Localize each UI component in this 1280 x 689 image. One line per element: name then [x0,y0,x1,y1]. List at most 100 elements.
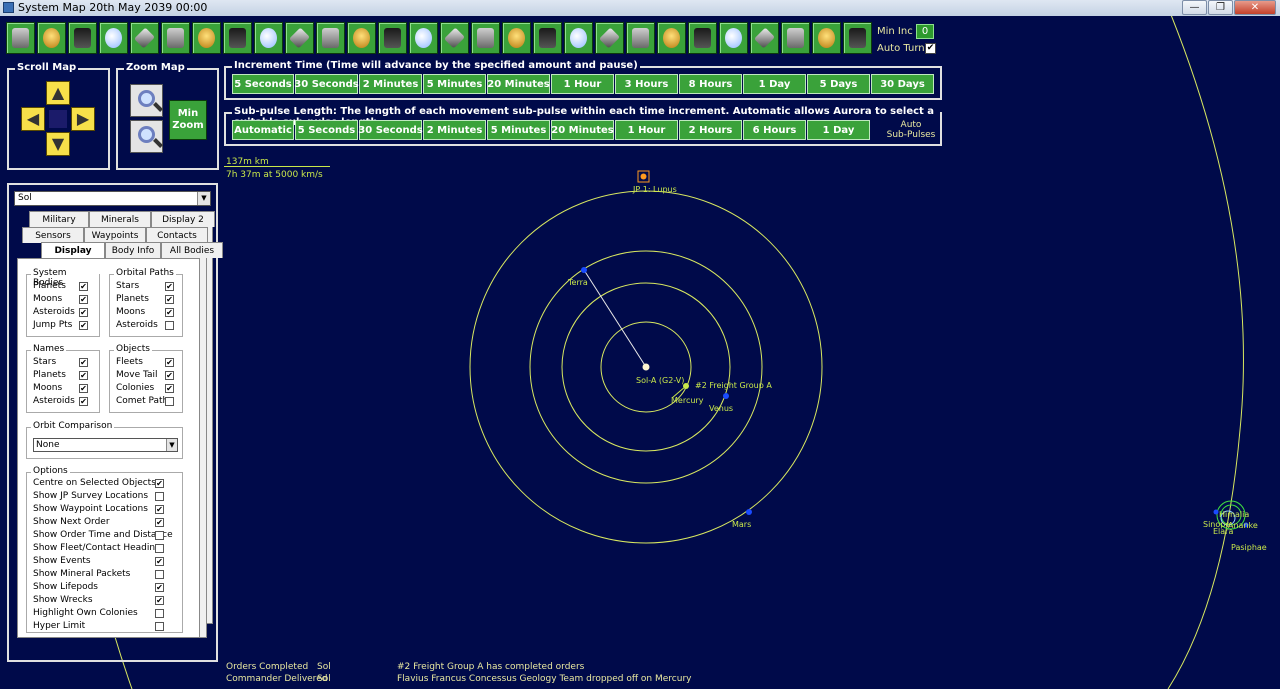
toolbar-button-24[interactable] [719,22,748,54]
tab-display-2[interactable]: Display 2 [151,211,215,227]
increment-button-3[interactable]: 2 Minutes [359,74,422,94]
objects-checkbox[interactable]: ✔ [165,358,174,367]
options-checkbox[interactable] [155,622,164,631]
planet-label-venus[interactable]: Venus [709,404,733,413]
options-checkbox[interactable]: ✔ [155,596,164,605]
subpulse-button-5[interactable]: 5 Minutes [487,120,550,140]
toolbar-button-6[interactable] [161,22,190,54]
system-bodies-checkbox[interactable]: ✔ [79,295,88,304]
toolbar-button-22[interactable] [657,22,686,54]
toolbar-button-13[interactable] [378,22,407,54]
toolbar-button-3[interactable] [68,22,97,54]
subpulse-button-2[interactable]: 5 Seconds [295,120,358,140]
toolbar-button-10[interactable] [285,22,314,54]
increment-button-4[interactable]: 5 Minutes [423,74,486,94]
scroll-right-button[interactable]: ▶ [71,107,95,131]
scroll-left-button[interactable]: ◀ [21,107,45,131]
increment-button-6[interactable]: 1 Hour [551,74,614,94]
objects-checkbox[interactable] [165,397,174,406]
names-checkbox[interactable]: ✔ [79,371,88,380]
options-checkbox[interactable]: ✔ [155,518,164,527]
minimize-button[interactable]: — [1182,0,1207,15]
toolbar-button-15[interactable] [440,22,469,54]
min-inc-field[interactable]: 0 [916,24,934,39]
options-checkbox[interactable] [155,531,164,540]
star-label[interactable]: Sol-A (G2-V) [636,376,684,385]
tab-all-bodies[interactable]: All Bodies [161,242,223,258]
tab-minerals[interactable]: Minerals [89,211,151,227]
orbital-paths-checkbox[interactable]: ✔ [165,295,174,304]
increment-button-1[interactable]: 5 Seconds [232,74,294,94]
subpulse-button-9[interactable]: 6 Hours [743,120,806,140]
fleet-label[interactable]: #2 Freight Group A [695,381,772,390]
toolbar-button-23[interactable] [688,22,717,54]
options-checkbox[interactable] [155,492,164,501]
toolbar-button-1[interactable] [6,22,35,54]
toolbar-button-17[interactable] [502,22,531,54]
tab-sensors[interactable]: Sensors [22,227,84,243]
moon-label-himalia[interactable]: Himalia [1219,510,1249,519]
increment-button-5[interactable]: 20 Minutes [487,74,550,94]
tab-contacts[interactable]: Contacts [146,227,208,243]
system-bodies-checkbox[interactable]: ✔ [79,321,88,330]
tab-military[interactable]: Military [29,211,89,227]
orbit-comparison-select[interactable]: None ▼ [33,438,178,452]
options-checkbox[interactable]: ✔ [155,557,164,566]
options-checkbox[interactable] [155,609,164,618]
min-zoom-button[interactable]: Min Zoom [169,100,207,140]
close-button[interactable]: ✕ [1234,0,1276,15]
toolbar-button-12[interactable] [347,22,376,54]
options-checkbox[interactable]: ✔ [155,479,164,488]
toolbar-button-9[interactable] [254,22,283,54]
toolbar-button-4[interactable] [99,22,128,54]
increment-button-9[interactable]: 1 Day [743,74,806,94]
maximize-button[interactable]: ❐ [1208,0,1233,15]
moon-label-elara[interactable]: Elara [1213,527,1233,536]
increment-button-8[interactable]: 8 Hours [679,74,742,94]
options-checkbox[interactable]: ✔ [155,583,164,592]
scroll-up-button[interactable]: ▲ [46,81,70,105]
toolbar-button-8[interactable] [223,22,252,54]
jump-point-label[interactable]: JP 1: Lupus [633,185,677,194]
moon-label-pasiphae[interactable]: Pasiphae [1231,543,1267,552]
subpulse-button-8[interactable]: 2 Hours [679,120,742,140]
toolbar-button-25[interactable] [750,22,779,54]
increment-button-7[interactable]: 3 Hours [615,74,678,94]
subpulse-button-1[interactable]: Automatic [232,120,294,140]
toolbar-button-14[interactable] [409,22,438,54]
names-checkbox[interactable]: ✔ [79,397,88,406]
objects-checkbox[interactable]: ✔ [165,371,174,380]
subpulse-button-3[interactable]: 30 Seconds [358,120,423,140]
tab-waypoints[interactable]: Waypoints [84,227,146,243]
orbital-paths-checkbox[interactable] [165,321,174,330]
names-checkbox[interactable]: ✔ [79,384,88,393]
orbital-paths-checkbox[interactable]: ✔ [165,282,174,291]
subpulse-button-7[interactable]: 1 Hour [615,120,678,140]
options-checkbox[interactable]: ✔ [155,505,164,514]
planet-label-terra[interactable]: Terra [568,278,588,287]
options-checkbox[interactable] [155,544,164,553]
system-bodies-checkbox[interactable]: ✔ [79,282,88,291]
toolbar-button-5[interactable] [130,22,159,54]
orbital-paths-checkbox[interactable]: ✔ [165,308,174,317]
tab-body-info[interactable]: Body Info [105,242,161,258]
planet-label-mars[interactable]: Mars [732,520,751,529]
toolbar-button-21[interactable] [626,22,655,54]
subpulse-button-6[interactable]: 20 Minutes [551,120,614,140]
system-bodies-checkbox[interactable]: ✔ [79,308,88,317]
toolbar-button-20[interactable] [595,22,624,54]
planet-label-mercury[interactable]: Mercury [671,396,703,405]
zoom-out-button[interactable] [130,120,163,153]
objects-checkbox[interactable]: ✔ [165,384,174,393]
auto-turns-checkbox[interactable]: ✔ [925,43,936,54]
subpulse-button-10[interactable]: 1 Day [807,120,870,140]
increment-button-2[interactable]: 30 Seconds [294,74,359,94]
toolbar-button-16[interactable] [471,22,500,54]
toolbar-button-28[interactable] [843,22,872,54]
toolbar-button-7[interactable] [192,22,221,54]
subpulse-button-4[interactable]: 2 Minutes [423,120,486,140]
toolbar-button-27[interactable] [812,22,841,54]
toolbar-button-11[interactable] [316,22,345,54]
names-checkbox[interactable]: ✔ [79,358,88,367]
toolbar-button-26[interactable] [781,22,810,54]
